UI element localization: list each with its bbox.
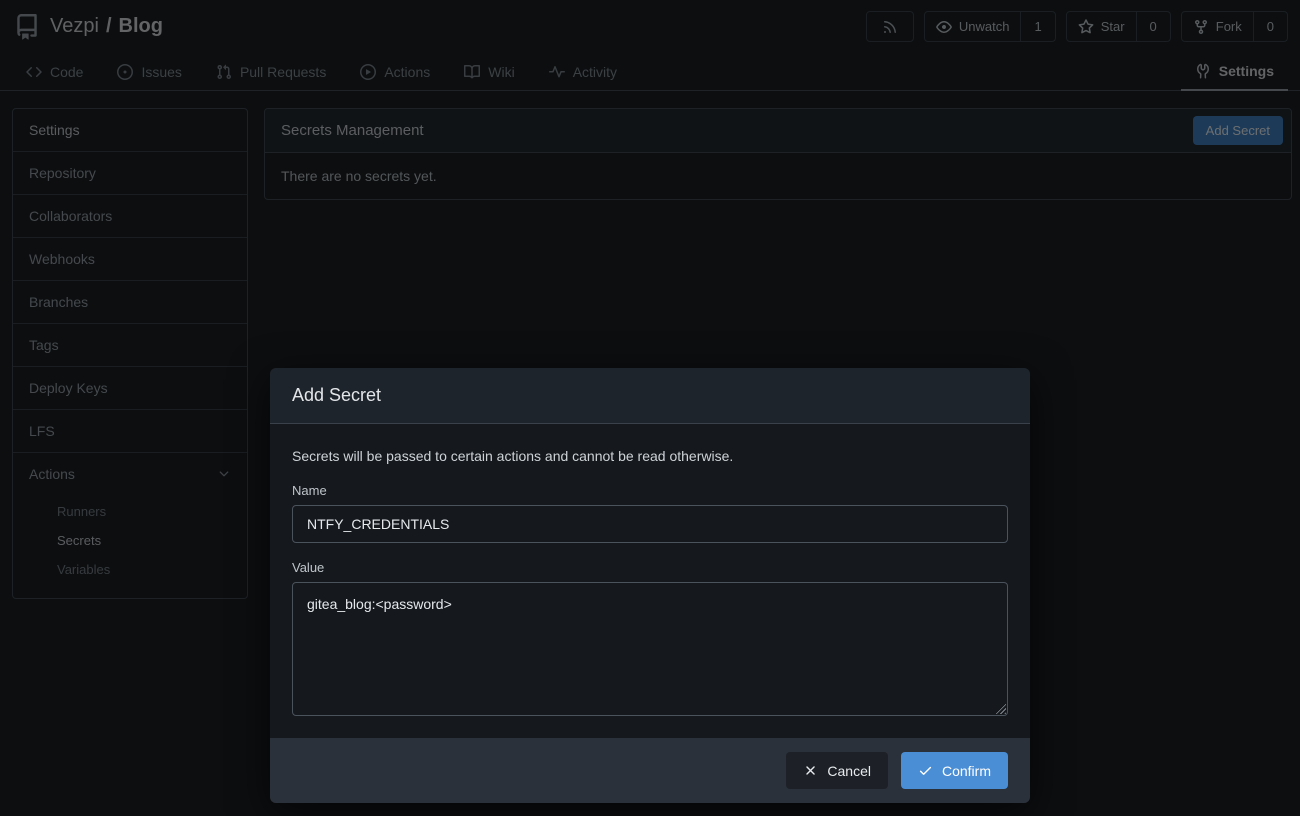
check-icon xyxy=(918,763,933,778)
confirm-button[interactable]: Confirm xyxy=(901,752,1008,789)
modal-description: Secrets will be passed to certain action… xyxy=(292,448,1008,464)
secret-value-textarea[interactable]: gitea_blog:<password> xyxy=(292,582,1008,716)
secret-name-input[interactable] xyxy=(292,505,1008,543)
name-field-label: Name xyxy=(292,483,1008,498)
confirm-button-label: Confirm xyxy=(942,763,991,779)
cancel-button[interactable]: Cancel xyxy=(786,752,888,789)
value-field-label: Value xyxy=(292,560,1008,575)
modal-body: Secrets will be passed to certain action… xyxy=(270,424,1030,738)
add-secret-modal: Add Secret Secrets will be passed to cer… xyxy=(270,368,1030,803)
x-icon xyxy=(803,763,818,778)
modal-title: Add Secret xyxy=(270,368,1030,424)
cancel-button-label: Cancel xyxy=(827,763,871,779)
modal-footer: Cancel Confirm xyxy=(270,738,1030,803)
